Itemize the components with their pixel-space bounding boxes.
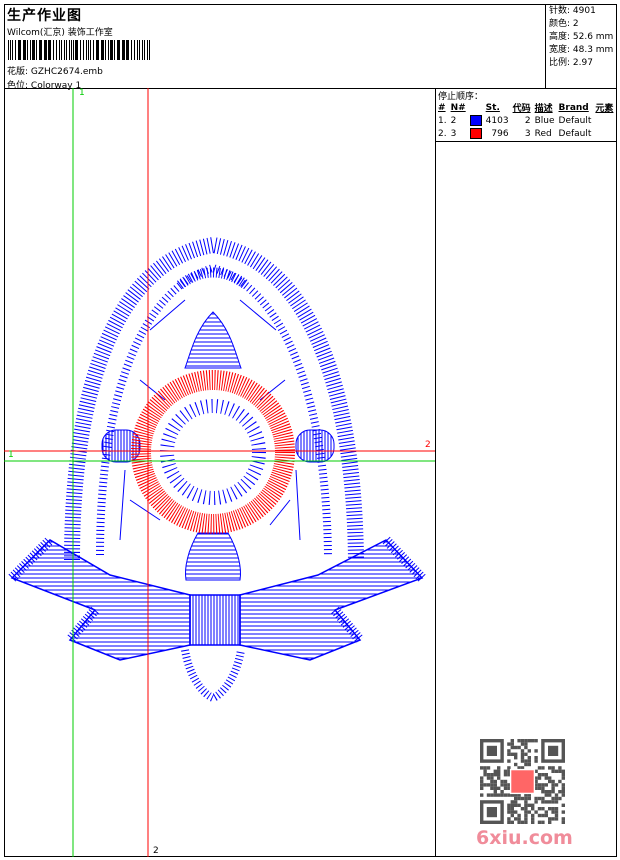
color-count: 颜色: 2 <box>549 19 579 29</box>
col-header: 元素 <box>595 104 614 114</box>
barcode-bar <box>86 40 87 60</box>
col-header: # <box>438 102 446 113</box>
col-header: 代码 <box>512 104 531 114</box>
barcode-bar <box>53 40 54 60</box>
design-scale: 比例: 2.97 <box>549 58 593 68</box>
barcode-bar <box>44 40 47 60</box>
barcode-bar <box>110 40 113 60</box>
barcode-bar <box>56 40 57 60</box>
swatch-cell <box>469 127 485 140</box>
barcode-bar <box>15 40 16 60</box>
barcode-bar <box>105 40 106 60</box>
barcode-bar <box>64 40 65 60</box>
col-header: St. <box>485 102 500 113</box>
barcode-bar <box>73 40 74 60</box>
barcode-bar <box>80 40 81 60</box>
col-header: Brand <box>558 102 589 113</box>
color-description: Blue <box>534 115 555 126</box>
barcode <box>8 40 154 60</box>
color-description: Red <box>534 128 552 139</box>
barcode-bar <box>88 40 89 60</box>
brand: Default <box>558 128 592 139</box>
barcode-bar <box>144 40 145 60</box>
barcode-bar <box>131 40 132 60</box>
design-height: 高度: 52.6 mm <box>549 32 614 42</box>
barcode-bar <box>61 40 62 60</box>
barcode-bar <box>69 40 70 60</box>
stitch-count: 针数: 4901 <box>549 6 596 16</box>
barcode-bar <box>126 40 129 60</box>
stop-sequence-table: # N# St. 代码 描述 Brand 元素 1. 2 4103 2 Blue… <box>437 101 616 140</box>
embroidery-design <box>4 88 435 857</box>
barcode-bar <box>90 40 91 60</box>
col-header <box>469 101 485 114</box>
design-label: 花版: <box>7 67 29 77</box>
element <box>594 114 616 127</box>
barcode-bar <box>101 40 104 60</box>
guide-label-v2: 2 <box>153 846 159 856</box>
table-row: 2. 3 796 3 Red Default <box>437 127 616 140</box>
stitch-count: 4103 <box>485 115 509 126</box>
barcode-bar <box>8 40 9 60</box>
barcode-bar <box>39 40 42 60</box>
guide-label-h1: 1 <box>8 450 14 460</box>
barcode-bar <box>23 40 26 60</box>
barcode-bar <box>93 40 94 60</box>
barcode-bar <box>36 40 37 60</box>
barcode-bar <box>108 40 109 60</box>
barcode-bar <box>30 40 31 60</box>
barcode-bar <box>27 40 28 60</box>
barcode-bar <box>137 40 138 60</box>
needle-number: 2 <box>450 115 457 126</box>
guide-label-v1: 1 <box>79 88 85 98</box>
barcode-bar <box>134 40 135 60</box>
barcode-bar <box>10 40 11 60</box>
watermark-logo: 6xiu.com <box>476 827 573 849</box>
stop-sequence-panel: 停止顺序： # N# St. 代码 描述 Brand 元素 1. 2 4103 … <box>436 88 617 142</box>
needle-number: 3 <box>450 128 457 139</box>
barcode-bar <box>96 40 99 60</box>
table-row: 1. 2 4103 2 Blue Default <box>437 114 616 127</box>
design-name: 花版: GZHC2674.emb <box>7 64 103 77</box>
header: 生产作业图 Wilcom(汇京) 装饰工作室 花版: GZHC2674.emb … <box>4 4 617 91</box>
design-canvas: 1 2 1 2 <box>4 88 436 857</box>
barcode-bar <box>66 40 67 60</box>
barcode-bar <box>83 40 84 60</box>
color-code: 3 <box>524 128 531 139</box>
qr-code <box>480 739 565 824</box>
brand: Default <box>558 115 592 126</box>
col-header: N# <box>450 102 466 113</box>
stitch-count: 796 <box>491 128 509 139</box>
row-index: 2. <box>438 128 447 139</box>
barcode-bar <box>71 40 72 60</box>
guide-label-h2: 2 <box>425 440 431 450</box>
page-title: 生产作业图 <box>7 8 82 24</box>
col-header: 描述 <box>534 104 553 114</box>
row-index: 1. <box>438 115 447 126</box>
barcode-bar <box>139 40 140 60</box>
barcode-bar <box>114 40 115 60</box>
design-width: 宽度: 48.3 mm <box>549 45 614 55</box>
barcode-bar <box>75 40 78 60</box>
barcode-bar <box>59 40 60 60</box>
company-name: Wilcom(汇京) 装饰工作室 <box>7 28 113 38</box>
design-value: GZHC2674.emb <box>30 67 103 77</box>
barcode-bar <box>147 40 148 60</box>
barcode-bar <box>48 40 51 60</box>
barcode-bar <box>12 40 13 60</box>
element <box>594 127 616 140</box>
barcode-bar <box>142 40 143 60</box>
design-info: 针数: 4901 颜色: 2 高度: 52.6 mm 宽度: 48.3 mm 比… <box>545 4 617 88</box>
color-code: 2 <box>524 115 531 126</box>
barcode-bar <box>122 40 125 60</box>
color-swatch <box>469 115 482 126</box>
barcode-bar <box>149 40 150 60</box>
color-swatch <box>469 128 482 139</box>
barcode-bar <box>18 40 21 60</box>
barcode-bar <box>117 40 120 60</box>
barcode-bar <box>32 40 35 60</box>
swatch-cell <box>469 114 485 127</box>
guide-lines <box>4 88 435 857</box>
